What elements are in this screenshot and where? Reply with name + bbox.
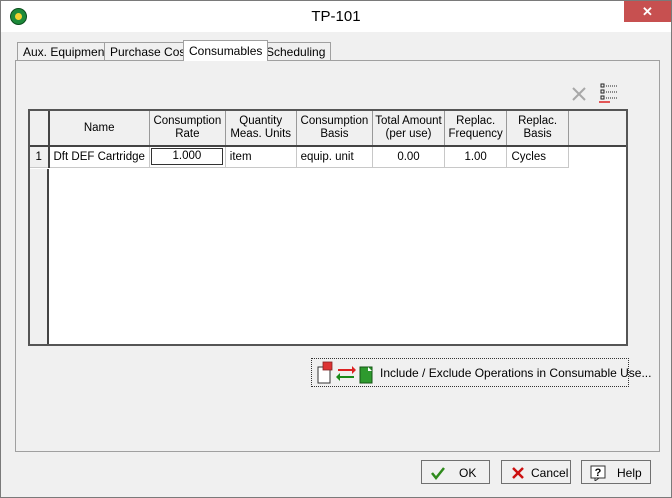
row-number[interactable]: 1 <box>30 146 50 168</box>
help-button[interactable]: ? Help <box>581 460 651 484</box>
col-header-replac-basis[interactable]: Replac. Basis <box>506 111 569 147</box>
consumption-rate-editor[interactable]: 1.000 <box>150 148 223 166</box>
col-header-quantity-units[interactable]: Quantity Meas. Units <box>225 111 297 147</box>
col-header-replac-frequency[interactable]: Replac. Frequency <box>444 111 508 147</box>
cancel-button[interactable]: Cancel <box>501 460 571 484</box>
table-row[interactable]: 1 Dft DEF Cartridge 1.000 item equip. un… <box>30 146 626 168</box>
header-text: Name <box>83 121 115 134</box>
header-text: Frequency <box>448 128 503 140</box>
close-button[interactable]: ✕ <box>624 1 671 22</box>
cancel-x-icon <box>512 467 524 479</box>
svg-text:?: ? <box>595 467 602 479</box>
cell-consumption-rate[interactable]: 1.000 <box>149 146 226 168</box>
col-header-consumption-rate[interactable]: Consumption Rate <box>149 111 226 147</box>
consumables-grid: Name Consumption Rate Quantity Meas. Units… <box>28 109 628 346</box>
help-label: Help <box>617 466 642 480</box>
cell-name[interactable]: Dft DEF Cartridge <box>48 146 150 168</box>
col-header-consumption-basis[interactable]: Consumption Basis <box>296 111 374 147</box>
header-text: Quantity <box>239 115 283 127</box>
include-exclude-operations-button[interactable]: Include / Exclude Operations in Consumab… <box>311 358 651 387</box>
tab-scheduling[interactable]: Scheduling <box>260 42 332 60</box>
cell-empty <box>568 146 626 167</box>
col-header-empty <box>568 111 626 147</box>
header-text: Basis <box>523 128 552 140</box>
cell-replac-frequency[interactable]: 1.00 <box>444 146 508 168</box>
include-exclude-icon <box>317 361 373 384</box>
consumables-table: Name Consumption Rate Quantity Meas. Units… <box>30 111 626 168</box>
tab-consumables[interactable]: Consumables <box>183 40 269 61</box>
col-header-name[interactable]: Name <box>48 111 150 147</box>
header-text: (per use) <box>385 128 432 140</box>
cancel-label: Cancel <box>531 466 569 480</box>
check-icon <box>431 467 445 481</box>
table-header-row: Name Consumption Rate Quantity Meas. Units… <box>30 111 626 147</box>
row-header-column <box>30 169 49 344</box>
header-text: Total Amount <box>375 115 442 127</box>
header-text: Basis <box>320 128 349 140</box>
ok-label: OK <box>459 466 477 480</box>
tab-purchase-cost[interactable]: Purchase Cost <box>104 42 195 60</box>
col-header-total-amount[interactable]: Total Amount (per use) <box>372 111 445 147</box>
window-title: TP-101 <box>311 8 361 25</box>
dialog-window: TP-101 ✕ Aux. Equipment Purchase Cost Co… <box>0 0 672 498</box>
ok-button[interactable]: OK <box>421 460 490 484</box>
header-text: Rate <box>175 128 200 140</box>
tab-aux-equipment[interactable]: Aux. Equipment <box>17 42 114 60</box>
header-text: Replac. <box>518 115 558 127</box>
corner-header <box>30 111 50 147</box>
help-question-icon: ? <box>590 465 606 481</box>
include-exclude-label: Include / Exclude Operations in Consumab… <box>380 366 652 380</box>
header-text: Replac. <box>456 115 496 127</box>
header-text: Consumption <box>300 115 369 127</box>
cell-replac-basis[interactable]: Cycles <box>506 146 569 168</box>
header-text: Consumption <box>153 115 222 127</box>
cell-total-amount[interactable]: 0.00 <box>372 146 445 168</box>
title-bar: TP-101 ✕ <box>1 1 671 32</box>
cell-consumption-basis[interactable]: equip. unit <box>296 146 374 168</box>
cell-quantity-units[interactable]: item <box>225 146 297 168</box>
list-options-icon[interactable] <box>598 82 620 104</box>
delete-x-icon[interactable] <box>568 83 590 105</box>
header-text: Meas. Units <box>230 128 292 140</box>
